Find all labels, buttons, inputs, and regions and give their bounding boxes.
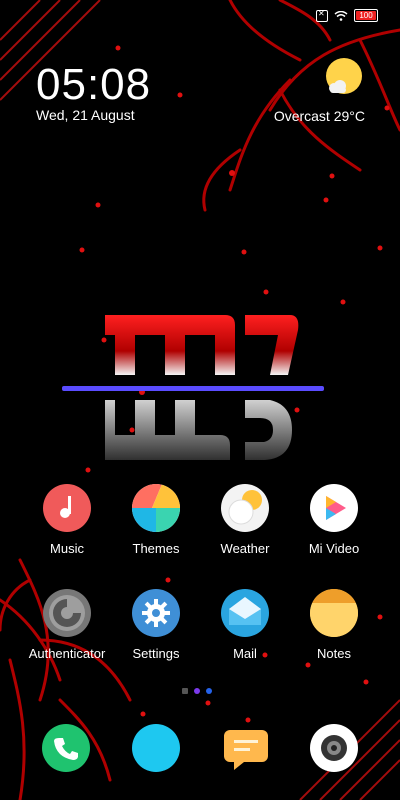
music-icon <box>43 484 91 532</box>
app-notes[interactable]: Notes <box>284 589 384 661</box>
weather-icon <box>221 484 269 532</box>
themes-icon <box>132 484 180 532</box>
wifi-icon <box>334 10 348 21</box>
mi-video-icon <box>310 484 358 532</box>
page-dot[interactable] <box>206 688 212 694</box>
app-weather[interactable]: Weather <box>195 484 295 556</box>
battery-icon: 100 <box>354 9 378 22</box>
app-label: Authenticator <box>28 646 106 661</box>
app-label: Mail <box>233 646 257 661</box>
authenticator-icon <box>43 589 91 637</box>
app-label: Weather <box>220 541 270 556</box>
page-indicator[interactable] <box>182 688 212 694</box>
clock-time[interactable]: 05:08 <box>36 60 151 110</box>
battery-level: 100 <box>359 11 373 20</box>
no-sim-icon <box>316 9 328 22</box>
app-label: Settings <box>132 646 180 661</box>
mail-icon <box>221 589 269 637</box>
messages-icon[interactable] <box>222 724 270 772</box>
page-dot[interactable] <box>182 688 188 694</box>
mj-logo <box>62 315 324 460</box>
status-bar: 100 <box>316 9 378 22</box>
browser-icon[interactable] <box>132 724 180 772</box>
app-label: Notes <box>317 646 351 661</box>
phone-icon[interactable] <box>42 724 90 772</box>
weather-summary[interactable]: Overcast 29°C <box>274 108 365 124</box>
weather-sun-cloud-icon[interactable] <box>322 56 366 100</box>
app-label: Mi Video <box>308 541 360 556</box>
app-mail[interactable]: Mail <box>195 589 295 661</box>
app-label: Music <box>50 541 84 556</box>
app-mi-video[interactable]: Mi Video <box>284 484 384 556</box>
page-dot-active[interactable] <box>194 688 200 694</box>
notes-icon <box>310 589 358 637</box>
app-themes[interactable]: Themes <box>106 484 206 556</box>
app-label: Themes <box>132 541 180 556</box>
settings-icon <box>132 589 180 637</box>
app-authenticator[interactable]: Authenticator <box>17 589 117 661</box>
app-settings[interactable]: Settings <box>106 589 206 661</box>
camera-icon[interactable] <box>310 724 358 772</box>
clock-date[interactable]: Wed, 21 August <box>36 107 135 123</box>
app-music[interactable]: Music <box>17 484 117 556</box>
